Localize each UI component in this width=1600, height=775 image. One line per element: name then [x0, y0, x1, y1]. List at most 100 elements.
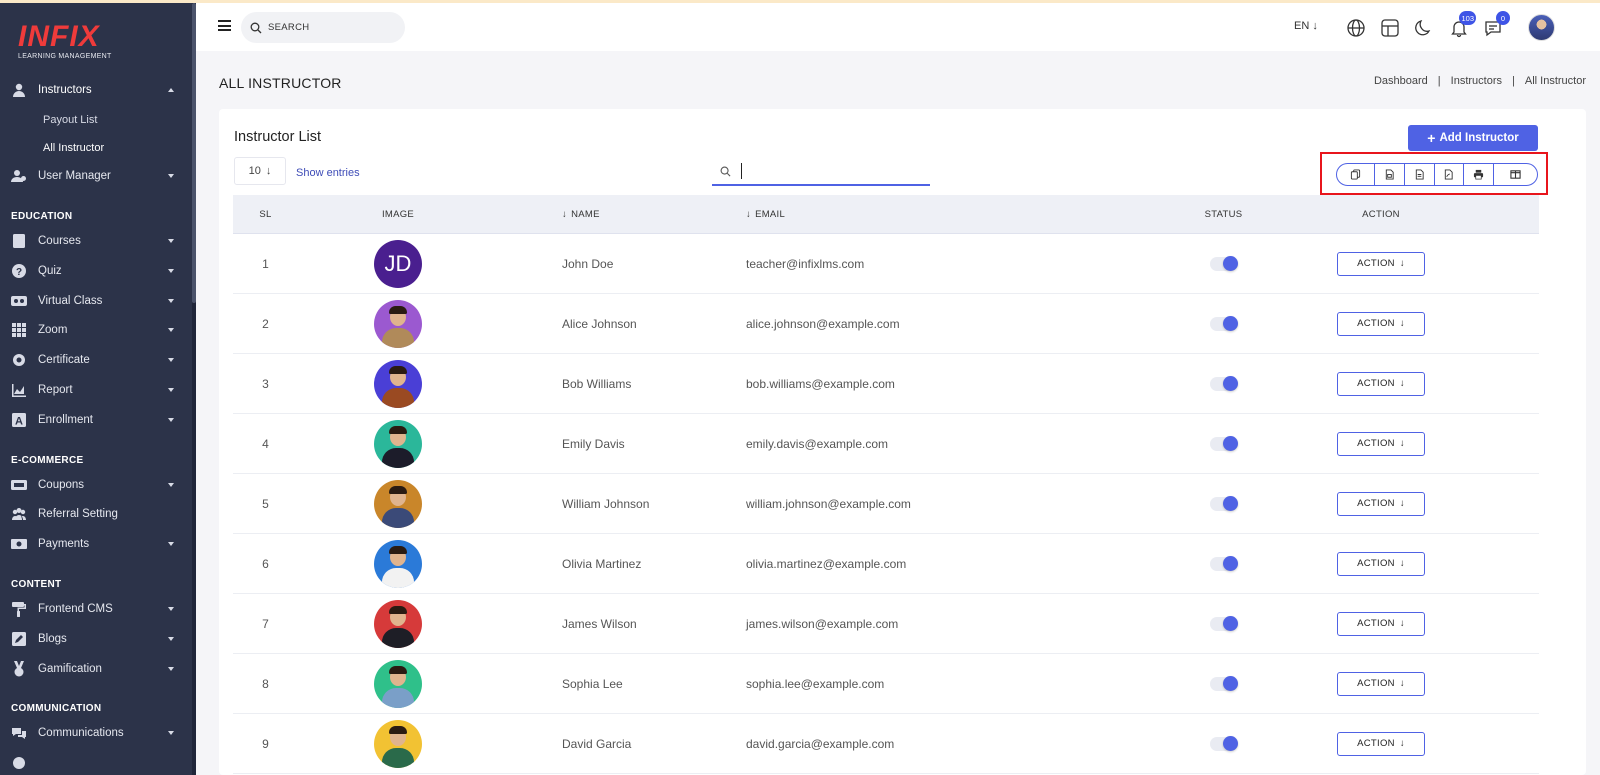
- sidebar-item-user-manager[interactable]: User Manager: [0, 163, 192, 189]
- sidebar-item-communications[interactable]: Communications: [0, 720, 192, 746]
- action-dropdown-button[interactable]: ACTION ↓: [1337, 611, 1425, 636]
- sidebar-item-courses[interactable]: Courses: [0, 228, 192, 254]
- chevron-up-icon: [168, 88, 174, 92]
- avatar-hair: [389, 605, 407, 614]
- menu-toggle-icon[interactable]: [218, 20, 231, 31]
- status-toggle[interactable]: [1209, 495, 1238, 511]
- status-toggle[interactable]: [1209, 735, 1238, 751]
- table-search-input[interactable]: [739, 164, 919, 179]
- cell-status: [1146, 615, 1301, 631]
- avatar[interactable]: [374, 479, 422, 528]
- action-dropdown-button[interactable]: ACTION ↓: [1337, 731, 1425, 756]
- logo-tagline: LEARNING MANAGEMENT: [18, 53, 112, 60]
- avatar[interactable]: [374, 299, 422, 348]
- chevron-down-icon: [168, 269, 174, 273]
- avatar[interactable]: [374, 719, 422, 768]
- status-toggle[interactable]: [1209, 675, 1238, 691]
- status-toggle[interactable]: [1209, 315, 1238, 331]
- action-dropdown-button[interactable]: ACTION ↓: [1337, 251, 1425, 276]
- status-toggle[interactable]: [1209, 435, 1238, 451]
- table-row: 9 David Garcia david.garcia@example.com …: [233, 714, 1539, 774]
- sidebar-item-zoom[interactable]: Zoom: [0, 317, 192, 343]
- columns-button[interactable]: [1494, 164, 1537, 185]
- moon-icon[interactable]: [1414, 18, 1434, 38]
- arrow-down-icon: ↓: [265, 165, 272, 177]
- header-email[interactable]: ↓ EMAIL: [746, 209, 1146, 220]
- sidebar-item-payments[interactable]: Payments: [0, 531, 192, 557]
- sidebar-item-partial[interactable]: [0, 750, 192, 775]
- language-selector[interactable]: EN ↓: [1294, 20, 1318, 32]
- action-dropdown-button[interactable]: ACTION ↓: [1337, 551, 1425, 576]
- sidebar-subitem-all-instructor[interactable]: All Instructor: [43, 142, 104, 154]
- avatar[interactable]: JD: [374, 239, 422, 288]
- search-input[interactable]: [268, 22, 398, 33]
- cell-email: emily.davis@example.com: [746, 436, 889, 451]
- header-name[interactable]: ↓ NAME: [498, 209, 746, 220]
- avatar[interactable]: [374, 659, 422, 708]
- globe-icon[interactable]: [1346, 18, 1366, 38]
- sidebar-item-coupons[interactable]: Coupons: [0, 472, 192, 498]
- sidebar-item-report[interactable]: Report: [0, 377, 192, 403]
- sidebar-item-gamification[interactable]: Gamification: [0, 656, 192, 682]
- table-header: SL IMAGE ↓ NAME ↓ EMAIL STATUS ACTION: [233, 195, 1539, 234]
- entries-select[interactable]: 10 ↓: [234, 157, 286, 185]
- pdf-button[interactable]: [1435, 164, 1465, 185]
- breadcrumb-all-instructor: All Instructor: [1524, 75, 1586, 87]
- action-dropdown-button[interactable]: ACTION ↓: [1337, 671, 1425, 696]
- sidebar-scrollbar[interactable]: [192, 3, 196, 775]
- cell-sl: 8: [262, 676, 269, 691]
- copy-button[interactable]: [1337, 164, 1376, 185]
- brand-logo[interactable]: INFIX LEARNING MANAGEMENT: [18, 21, 112, 61]
- status-toggle[interactable]: [1209, 555, 1238, 571]
- sidebar-subitem-payout-list[interactable]: Payout List: [43, 114, 97, 126]
- sidebar-item-instructors[interactable]: Instructors: [0, 77, 192, 103]
- add-instructor-button[interactable]: + Add Instructor: [1408, 125, 1538, 151]
- sidebar-item-blogs[interactable]: Blogs: [0, 626, 192, 652]
- sidebar-item-label: Blogs: [38, 633, 67, 645]
- action-dropdown-button[interactable]: ACTION ↓: [1337, 491, 1425, 516]
- avatar[interactable]: [374, 359, 422, 408]
- breadcrumb-dashboard[interactable]: Dashboard: [1374, 75, 1428, 87]
- instructor-list-card: Instructor List + Add Instructor 10 ↓ Sh…: [219, 109, 1586, 775]
- user-avatar[interactable]: [1528, 14, 1555, 41]
- avatar[interactable]: [374, 599, 422, 648]
- action-dropdown-button[interactable]: ACTION ↓: [1337, 311, 1425, 336]
- message-icon[interactable]: 0: [1483, 11, 1510, 38]
- header-status[interactable]: STATUS: [1146, 209, 1301, 220]
- sidebar-item-frontend-cms[interactable]: Frontend CMS: [0, 596, 192, 622]
- sidebar-item-virtual-class[interactable]: Virtual Class: [0, 288, 192, 314]
- chevron-down-icon: [168, 607, 174, 611]
- status-toggle[interactable]: [1209, 255, 1238, 271]
- status-toggle[interactable]: [1209, 375, 1238, 391]
- excel-button[interactable]: [1405, 164, 1435, 185]
- header-sl[interactable]: SL: [233, 209, 298, 220]
- sort-arrow-icon: ↓: [562, 208, 568, 220]
- print-button[interactable]: [1464, 164, 1494, 185]
- avatar[interactable]: [374, 539, 422, 588]
- sidebar-item-quiz[interactable]: ? Quiz: [0, 258, 192, 284]
- arrow-down-icon: ↓: [1399, 498, 1405, 509]
- table-search[interactable]: [712, 159, 930, 186]
- status-toggle[interactable]: [1209, 615, 1238, 631]
- layout-icon[interactable]: [1380, 18, 1400, 38]
- sort-arrow-icon: ↓: [746, 208, 752, 220]
- sidebar-item-enrollment[interactable]: A Enrollment: [0, 407, 192, 433]
- cell-status: [1146, 495, 1301, 511]
- header-action: ACTION: [1362, 208, 1400, 220]
- sidebar-item-label: Frontend CMS: [38, 603, 113, 615]
- grid-icon: [11, 322, 27, 338]
- sidebar-item-certificate[interactable]: Certificate: [0, 347, 192, 373]
- global-search[interactable]: [241, 12, 405, 43]
- csv-button[interactable]: [1375, 164, 1405, 185]
- bell-icon[interactable]: 103: [1449, 11, 1476, 38]
- sidebar-item-referral-setting[interactable]: Referral Setting: [0, 501, 192, 527]
- breadcrumb-instructors[interactable]: Instructors: [1451, 75, 1502, 87]
- vr-headset-icon: [11, 293, 27, 309]
- avatar[interactable]: [374, 419, 422, 468]
- avatar-body: [382, 627, 414, 648]
- cell-action: ACTION ↓: [1301, 551, 1461, 576]
- action-dropdown-button[interactable]: ACTION ↓: [1337, 431, 1425, 456]
- action-label: ACTION: [1357, 318, 1395, 329]
- action-dropdown-button[interactable]: ACTION ↓: [1337, 371, 1425, 396]
- avatar-hair: [389, 725, 407, 734]
